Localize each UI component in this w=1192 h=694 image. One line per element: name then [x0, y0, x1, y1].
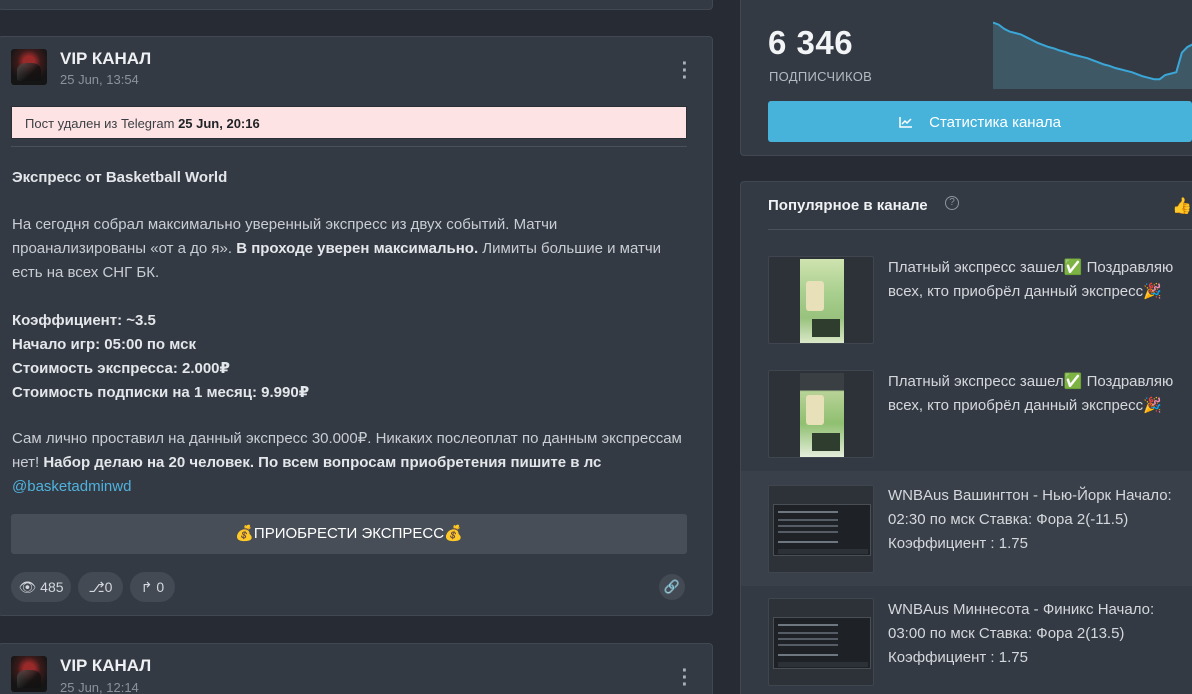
post-date[interactable]: 25 Jun, 12:14 — [60, 680, 139, 694]
start-time-text: Начало игр: 05:00 по мск — [12, 336, 196, 353]
question-circle-icon[interactable]: ? — [945, 196, 959, 210]
post-details: Коэффициент: ~3.5 Начало игр: 05:00 по м… — [12, 309, 692, 405]
post-thumbnail[interactable] — [768, 598, 874, 686]
post-paragraph-1: На сегодня собрал максимально уверенный … — [12, 216, 662, 281]
post-paragraph-3: Сам лично проставил на данный экспресс 3… — [12, 430, 682, 495]
forward-arrow-icon: ↱ — [140, 579, 153, 595]
divider — [11, 146, 687, 147]
buy-express-button[interactable]: 💰ПРИОБРЕСТИ ЭКСПРЕСС💰 — [11, 514, 687, 554]
subscription-price-text: Стоимость подписки на 1 месяц: 9.990₽ — [12, 384, 310, 401]
express-price-text: Стоимость экспресса: 2.000₽ — [12, 360, 230, 377]
sparkline-area — [993, 22, 1192, 89]
mention-link[interactable]: @basketadminwd — [12, 478, 131, 495]
divider — [768, 229, 1192, 230]
deleted-notice-text: Пост удален из Telegram — [25, 116, 175, 131]
popular-title: Популярное в канале — [768, 197, 928, 214]
share-icon: ⎇ — [88, 579, 105, 595]
subscribers-card: 6 346 ПОДПИСЧИКОВ Статистика канала — [740, 0, 1192, 156]
post-title: Экспресс от Basketball World — [12, 169, 228, 186]
popular-item[interactable]: WNBAus Вашингтон - Нью-Йорк Начало: 02:3… — [741, 471, 1192, 586]
post-thumbnail[interactable] — [768, 485, 874, 573]
thumbs-up-icon[interactable]: 👍 — [1172, 196, 1192, 216]
forwards-counter[interactable]: ↱ 0 — [130, 572, 175, 602]
previous-post-card — [0, 0, 713, 10]
more-options-icon[interactable]: · · · — [675, 661, 695, 694]
channel-stats-button[interactable]: Статистика канала — [768, 101, 1192, 142]
coefficient-text: Коэффициент: ~3.5 — [12, 312, 156, 329]
channel-name[interactable]: VIP КАНАЛ — [60, 656, 151, 676]
channel-name[interactable]: VIP КАНАЛ — [60, 49, 151, 69]
popular-item[interactable]: WNBAus Миннесота - Финикс Начало: 03:00 … — [741, 586, 1192, 694]
popular-item[interactable]: Платный экспресс зашел✅ Поздравляю всех,… — [741, 356, 1192, 471]
more-options-icon[interactable]: · · · — [675, 54, 695, 88]
link-icon[interactable]: 🔗 — [659, 574, 685, 600]
subscribers-count: 6 346 — [768, 24, 854, 61]
channel-avatar[interactable] — [11, 49, 47, 85]
channel-avatar[interactable] — [11, 656, 47, 692]
eye-icon: 👁 — [18, 579, 37, 595]
post-card: VIP КАНАЛ 25 Jun, 13:54 · · · Пост удален … — [0, 36, 713, 616]
shares-counter[interactable]: ⎇0 — [78, 572, 123, 602]
subscribers-label: ПОДПИСЧИКОВ — [769, 69, 873, 84]
views-counter[interactable]: 👁 485 — [11, 572, 71, 602]
deleted-notice-date: 25 Jun, 20:16 — [178, 116, 260, 131]
subscribers-sparkline — [993, 21, 1192, 89]
chart-line-icon — [899, 114, 917, 131]
post-thumbnail[interactable] — [768, 256, 874, 344]
post-date[interactable]: 25 Jun, 13:54 — [60, 72, 139, 87]
popular-item[interactable]: Платный экспресс зашел✅ Поздравляю всех,… — [741, 241, 1192, 356]
post-thumbnail[interactable] — [768, 370, 874, 458]
post-card: VIP КАНАЛ 25 Jun, 12:14 · · · — [0, 643, 713, 694]
deleted-notice: Пост удален из Telegram 25 Jun, 20:16 — [11, 106, 687, 139]
popular-posts-card: Популярное в канале ? 👍 Платный экспресс… — [740, 181, 1192, 694]
